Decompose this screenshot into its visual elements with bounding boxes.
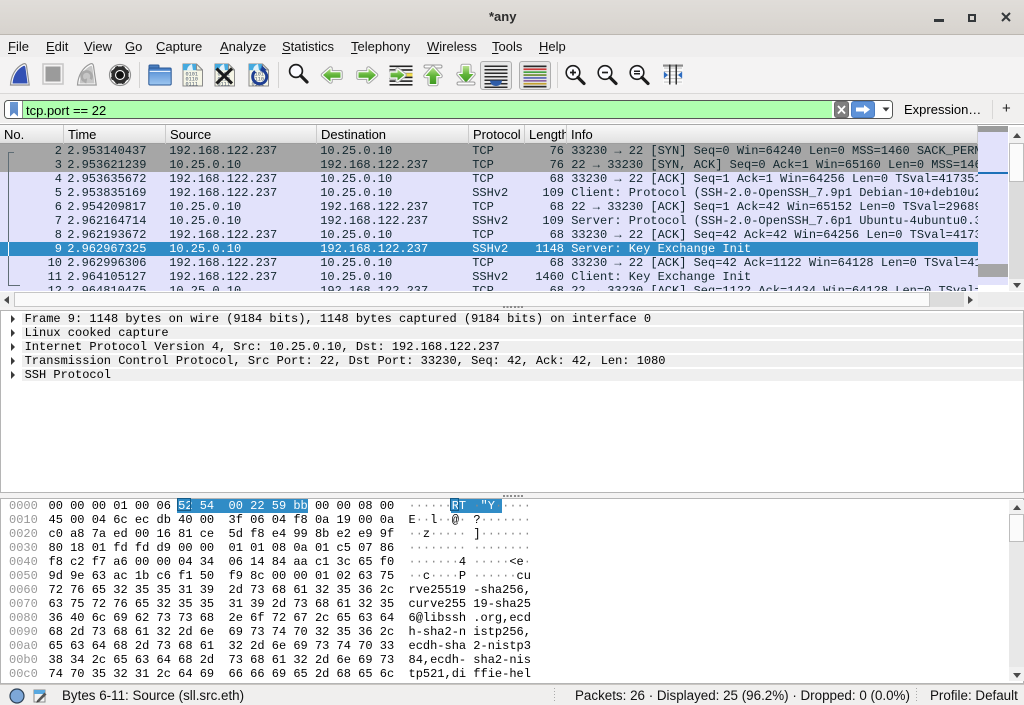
- svg-text:0111: 0111: [186, 82, 198, 88]
